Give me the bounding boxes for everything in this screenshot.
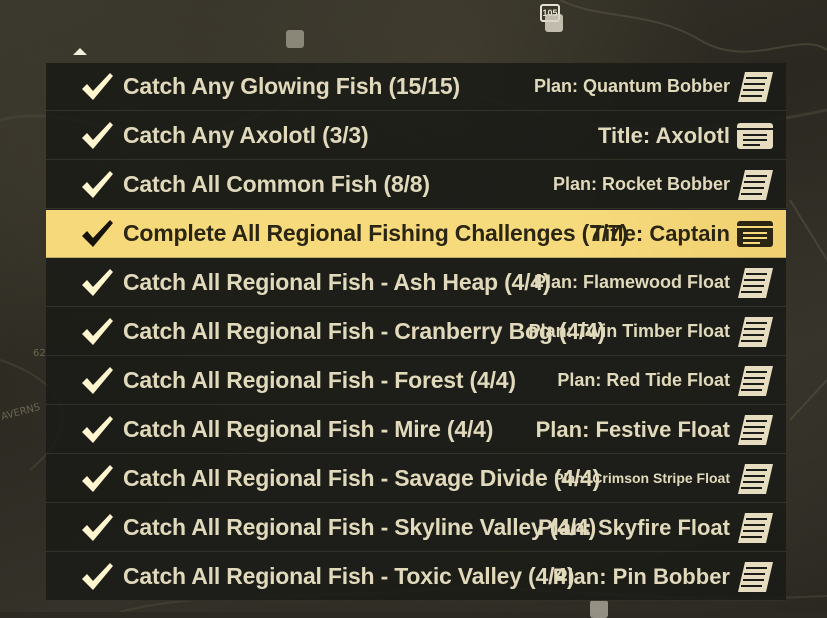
challenge-row[interactable]: Catch All Regional Fish - Forest (4/4) Pl… bbox=[46, 357, 786, 405]
plan-book-icon bbox=[738, 268, 773, 298]
challenge-reward: Title: Axolotl bbox=[598, 123, 730, 148]
title-card-icon bbox=[737, 123, 773, 149]
challenge-label: Catch All Regional Fish - Toxic Valley (… bbox=[123, 563, 575, 589]
svg-text:AVERNS: AVERNS bbox=[0, 402, 42, 423]
plan-book-icon bbox=[738, 170, 773, 200]
challenge-row[interactable]: Catch All Regional Fish - Toxic Valley (… bbox=[46, 553, 786, 601]
challenge-label: Catch All Regional Fish - Skyline Valley… bbox=[123, 514, 597, 540]
challenge-reward: Plan: Twin Timber Float bbox=[528, 321, 730, 341]
challenge-reward: Title: Captain bbox=[591, 221, 730, 246]
svg-text:62: 62 bbox=[33, 348, 46, 359]
challenge-row[interactable]: Catch All Common Fish (8/8) Plan: Rocket … bbox=[46, 161, 786, 209]
challenge-reward: Plan: Festive Float bbox=[535, 417, 730, 442]
plan-book-icon bbox=[738, 415, 773, 445]
checkmark-icon bbox=[82, 416, 113, 443]
challenge-row[interactable]: Catch Any Glowing Fish (15/15) Plan: Quan… bbox=[46, 63, 786, 111]
challenge-row[interactable]: Catch All Regional Fish - Ash Heap (4/4)… bbox=[46, 259, 786, 307]
challenge-label: Complete All Regional Fishing Challenges… bbox=[123, 220, 628, 246]
checkmark-icon bbox=[82, 171, 113, 198]
challenge-row[interactable]: Catch All Regional Fish - Cranberry Bog … bbox=[46, 308, 786, 356]
challenge-reward: Plan: Quantum Bobber bbox=[533, 76, 730, 96]
checkmark-icon bbox=[82, 563, 113, 590]
plan-book-icon bbox=[738, 562, 773, 592]
plan-book-icon bbox=[738, 72, 773, 102]
title-card-icon bbox=[737, 221, 773, 247]
checkmark-icon bbox=[82, 318, 113, 345]
challenge-row[interactable]: Complete All Regional Fishing Challenges… bbox=[46, 210, 786, 258]
challenge-row[interactable]: Catch All Regional Fish - Skyline Valley… bbox=[46, 504, 786, 552]
map-location-marker bbox=[545, 14, 563, 32]
checkmark-icon bbox=[82, 269, 113, 296]
challenge-row[interactable]: Catch All Regional Fish - Savage Divide … bbox=[46, 455, 786, 503]
checkmark-icon bbox=[82, 122, 113, 149]
challenge-label: Catch All Regional Fish - Ash Heap (4/4) bbox=[123, 269, 551, 295]
checkmark-icon bbox=[82, 220, 113, 247]
challenge-reward: Plan: Skyfire Float bbox=[538, 515, 730, 540]
scroll-up-arrow-icon[interactable] bbox=[73, 48, 87, 55]
challenge-label: Catch All Regional Fish - Forest (4/4) bbox=[123, 367, 516, 393]
map-location-marker bbox=[286, 30, 304, 48]
checkmark-icon bbox=[82, 514, 113, 541]
challenge-label: Catch All Common Fish (8/8) bbox=[123, 171, 430, 197]
challenge-reward: Plan: Pin Bobber bbox=[552, 564, 730, 589]
challenge-reward: Plan: Rocket Bobber bbox=[552, 174, 730, 194]
challenge-label: Catch Any Glowing Fish (15/15) bbox=[123, 73, 460, 99]
plan-book-icon bbox=[738, 366, 773, 396]
checkmark-icon bbox=[82, 367, 113, 394]
checkmark-icon bbox=[82, 465, 113, 492]
challenge-reward: Plan: Crimson Stripe Float bbox=[554, 470, 730, 486]
challenge-reward: Plan: Flamewood Float bbox=[533, 272, 730, 292]
challenge-label: Catch All Regional Fish - Mire (4/4) bbox=[123, 416, 494, 442]
challenge-row[interactable]: Catch Any Axolotl (3/3) Title: Axolotl bbox=[46, 112, 786, 160]
plan-book-icon bbox=[738, 513, 773, 543]
map-location-marker bbox=[590, 600, 608, 618]
checkmark-icon bbox=[82, 73, 113, 100]
fishing-challenges-list: Catch Any Glowing Fish (15/15) Plan: Quan… bbox=[46, 63, 786, 601]
plan-book-icon bbox=[738, 317, 773, 347]
challenge-label: Catch All Regional Fish - Savage Divide … bbox=[123, 465, 601, 491]
challenge-label: Catch Any Axolotl (3/3) bbox=[123, 122, 369, 148]
challenge-row[interactable]: Catch All Regional Fish - Mire (4/4) Plan… bbox=[46, 406, 786, 454]
plan-book-icon bbox=[738, 464, 773, 494]
challenge-reward: Plan: Red Tide Float bbox=[557, 370, 730, 390]
